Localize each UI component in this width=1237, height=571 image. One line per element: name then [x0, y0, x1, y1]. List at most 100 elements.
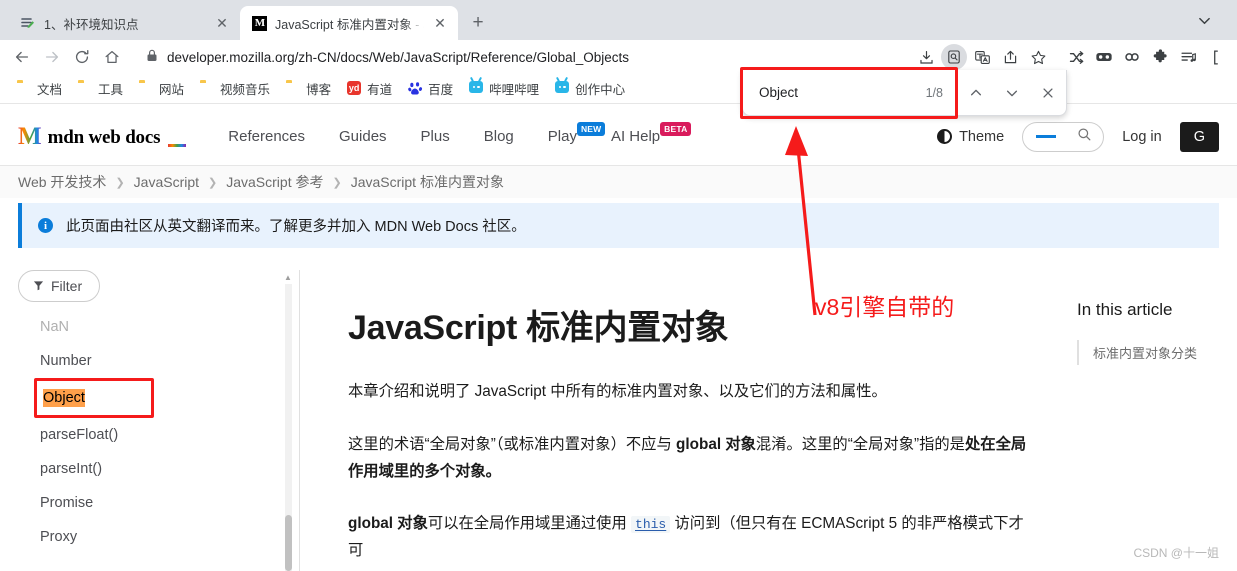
share-icon[interactable]	[997, 44, 1023, 70]
translate-icon[interactable]	[969, 44, 995, 70]
theme-contrast-icon	[937, 129, 953, 144]
tab-close-icon[interactable]: ✕	[214, 15, 230, 31]
bookmark-item[interactable]: 百度	[401, 76, 460, 101]
bilibili-icon	[469, 81, 484, 96]
sidebar-item-parseint[interactable]: parseInt()	[18, 452, 299, 486]
infinity-icon[interactable]	[1119, 44, 1145, 70]
article-paragraph-3: global 对象可以在全局作用域里通过使用 this 访问到（但只有在 ECM…	[348, 511, 1027, 565]
arrow-left-icon[interactable]	[8, 43, 36, 71]
tab-strip: 1、补环境知识点 ✕ M JavaScript 标准内置对象 - JavaS ✕…	[0, 0, 1237, 40]
p2-text-c: 混淆。这里的“全局对象”指的是	[755, 435, 965, 453]
note-icon	[20, 15, 36, 31]
find-input[interactable]: Object 1/8	[743, 70, 957, 115]
address-bar[interactable]: developer.mozilla.org/zh-CN/docs/Web/Jav…	[134, 44, 905, 70]
bookmark-label: 文档	[37, 83, 63, 97]
nav-guides[interactable]: Guides	[339, 128, 387, 145]
bookmark-item[interactable]: 工具	[71, 76, 130, 101]
bookmark-label: 网站	[159, 83, 185, 97]
annotation-text: v8引擎自带的	[815, 294, 955, 320]
scrollbar-thumb[interactable]	[285, 515, 292, 571]
article-paragraph-2: 这里的术语“全局对象”（或标准内置对象）不应与 global 对象混淆。这里的“…	[348, 432, 1027, 486]
beta-badge: BETA	[660, 122, 692, 136]
sidebar-scrollbar[interactable]: ▲	[284, 270, 292, 571]
browser-toolbar: developer.mozilla.org/zh-CN/docs/Web/Jav…	[0, 40, 1237, 74]
folder-icon	[139, 81, 154, 96]
reload-icon[interactable]	[68, 43, 96, 71]
find-next-button[interactable]	[994, 70, 1030, 115]
info-icon: i	[38, 218, 53, 233]
breadcrumb: Web 开发技术 ❯ JavaScript ❯ JavaScript 参考 ❯ …	[0, 166, 1237, 198]
youdao-icon: yd	[347, 81, 362, 95]
nav-blog[interactable]: Blog	[484, 128, 514, 145]
tab-close-icon[interactable]: ✕	[432, 15, 448, 31]
mdn-icon: M	[252, 15, 267, 31]
find-match-count: 1/8	[925, 85, 943, 100]
notice-text: 此页面由社区从英文翻译而来。了解更多并加入 MDN Web Docs 社区。	[66, 219, 526, 235]
chevron-right-icon: ❯	[115, 176, 125, 189]
page-search-icon[interactable]	[941, 44, 967, 70]
bookmark-label: 哔哩哔哩	[489, 83, 540, 97]
extensions-puzzle-icon[interactable]	[1147, 44, 1173, 70]
bookmark-star-icon[interactable]	[1025, 44, 1051, 70]
mdn-search-input[interactable]	[1022, 121, 1105, 152]
search-icon	[1077, 127, 1092, 147]
mdn-logo[interactable]: M mdn web docs	[18, 123, 187, 150]
theme-toggle-button[interactable]: Theme	[937, 129, 1004, 145]
bilibili-icon	[555, 81, 570, 96]
sidebar-filter-button[interactable]: Filter	[18, 270, 101, 302]
in-this-article-toc: In this article 标准内置对象分类	[1067, 270, 1237, 571]
nav-play[interactable]: Play NEW	[548, 122, 606, 145]
tab-title: 1、补环境知识点	[44, 17, 139, 32]
bookmark-label: 工具	[98, 83, 124, 97]
bookmark-item[interactable]: 创作中心	[548, 76, 632, 101]
browser-window: 1、补环境知识点 ✕ M JavaScript 标准内置对象 - JavaS ✕…	[0, 0, 1237, 571]
folder-icon	[286, 81, 301, 96]
download-icon[interactable]	[913, 44, 939, 70]
find-close-button[interactable]	[1030, 70, 1066, 115]
nav-plus[interactable]: Plus	[421, 128, 450, 145]
browser-tab-2[interactable]: M JavaScript 标准内置对象 - JavaS ✕	[240, 6, 458, 40]
bookmark-label: 视频音乐	[220, 83, 271, 97]
nav-ai-help[interactable]: AI Help BETA	[611, 122, 692, 145]
find-prev-button[interactable]	[958, 70, 994, 115]
playlist-icon[interactable]	[1175, 44, 1201, 70]
folder-icon	[78, 81, 93, 96]
sidebar-item-nan[interactable]: NaN	[18, 310, 299, 344]
page-body: Filter NaN Number Object parseFloat() pa…	[0, 248, 1237, 571]
mdn-logo-mark: M	[18, 123, 42, 150]
bookmark-label: 有道	[367, 83, 393, 97]
bookmark-item[interactable]: 视频音乐	[193, 76, 277, 101]
arrow-right-icon	[38, 43, 66, 71]
get-mdn-plus-button[interactable]: G	[1179, 121, 1219, 152]
sidebar-item-promise[interactable]: Promise	[18, 486, 299, 520]
mdn-logo-underscore	[168, 144, 187, 147]
bookmark-item[interactable]: 哔哩哔哩	[462, 76, 546, 101]
bracket-icon[interactable]	[1203, 44, 1229, 70]
scroll-up-arrow-icon[interactable]: ▲	[284, 274, 292, 282]
bookmark-item[interactable]: 文档	[10, 76, 69, 101]
login-link[interactable]: Log in	[1122, 129, 1162, 145]
home-icon[interactable]	[98, 43, 126, 71]
p3-text-b: 可以在全局作用域里通过使用	[427, 515, 632, 533]
toc-item[interactable]: 标准内置对象分类	[1079, 340, 1237, 365]
new-tab-button[interactable]: +	[464, 9, 492, 37]
bookmark-item[interactable]: yd 有道	[340, 76, 399, 101]
chevron-right-icon: ❯	[332, 176, 342, 189]
chevron-right-icon: ❯	[208, 176, 218, 189]
sidebar-item-number[interactable]: Number	[18, 344, 299, 378]
sidebar-item-parsefloat[interactable]: parseFloat()	[18, 418, 299, 452]
glasses-icon[interactable]	[1091, 44, 1117, 70]
funnel-icon	[33, 278, 44, 294]
bookmark-item[interactable]: 网站	[132, 76, 191, 101]
breadcrumb-item-3[interactable]: JavaScript 参考	[226, 172, 323, 192]
breadcrumb-item-1[interactable]: Web 开发技术	[18, 172, 106, 192]
shuffle-icon[interactable]	[1063, 44, 1089, 70]
sidebar-item-object[interactable]: Object	[34, 378, 154, 418]
chevron-down-icon[interactable]	[1193, 9, 1215, 31]
nav-references[interactable]: References	[228, 128, 305, 145]
breadcrumb-item-2[interactable]: JavaScript	[134, 174, 199, 190]
bookmark-item[interactable]: 博客	[279, 76, 338, 101]
this-code-link[interactable]: this	[631, 516, 671, 534]
browser-tab-1[interactable]: 1、补环境知识点 ✕	[8, 6, 240, 40]
sidebar-item-proxy[interactable]: Proxy	[18, 520, 299, 554]
